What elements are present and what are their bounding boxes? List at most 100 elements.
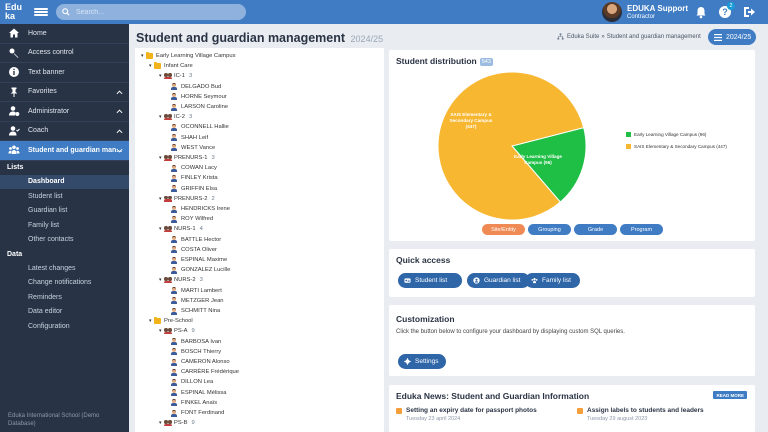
student-list-button[interactable]: Student list (398, 273, 462, 288)
sidebar-link-data-editor[interactable]: Data editor (0, 305, 129, 320)
tree-student[interactable]: ROY Wilfred (171, 214, 213, 224)
tree-student[interactable]: FINLEY Krista (171, 173, 218, 183)
tab-site-entity[interactable]: Site/Entity (482, 224, 525, 235)
help-icon[interactable]: ? 2 (718, 2, 735, 19)
news-item[interactable]: Setting an expiry date for passport phot… (396, 407, 537, 422)
class-group-icon (164, 420, 172, 427)
tree-student[interactable]: COWAN Lacy (171, 163, 217, 173)
user-gear-icon (9, 106, 20, 117)
sidebar-link-change-notifications[interactable]: Change notifications (0, 276, 129, 291)
student-name: BATTLE Hector (181, 236, 222, 243)
sidebar-item-student-guardian[interactable]: Student and guardian man... (0, 141, 129, 161)
logout-icon[interactable] (742, 5, 756, 19)
student-icon (171, 368, 177, 376)
year-selector-label: 2024/25 (726, 33, 752, 41)
tree-class[interactable]: ▾ PRENURS-1 3 (159, 153, 215, 163)
tree-label: Early Learning Village Campus (156, 53, 236, 59)
chevron-up-icon (116, 109, 123, 114)
tree-student[interactable]: GRIFFIN Elsa (171, 184, 217, 194)
sidebar-link-other-contacts[interactable]: Other contacts (0, 233, 129, 248)
student-name: DELGADO Bud (181, 83, 222, 90)
bell-icon[interactable] (694, 5, 708, 19)
sidebar-link-reminders[interactable]: Reminders (0, 290, 129, 305)
chevron-up-icon (116, 128, 123, 133)
sidebar-item-access-control[interactable]: Access control (0, 44, 129, 63)
tree-student[interactable]: HORNE Seymour (171, 92, 227, 102)
class-count: 3 (188, 73, 193, 80)
class-group-icon (164, 277, 172, 284)
family-list-button[interactable]: Family list (525, 273, 580, 288)
tree-label: Pre-School (164, 318, 193, 325)
tree-campus[interactable]: ▾ Early Learning Village Campus (141, 51, 235, 61)
tree-student[interactable]: CAMERON Alonso (171, 357, 230, 367)
settings-button[interactable]: Settings (398, 354, 446, 369)
read-more-button[interactable]: READ MORE (713, 391, 747, 399)
tree-label: IC-1 (174, 73, 185, 80)
student-name: COSTA Oliver (181, 246, 217, 253)
rss-icon (396, 408, 402, 414)
sidebar-link-latest-changes[interactable]: Latest changes (0, 261, 129, 276)
tree-student[interactable]: BATTLE Hector (171, 235, 221, 245)
tree-class[interactable]: ▾ IC-2 3 (159, 112, 192, 122)
tree-student[interactable]: DILLON Lea (171, 377, 213, 387)
student-name: BOSCH Thierry (181, 348, 222, 355)
page-year: 2024/25 (350, 34, 384, 44)
sidebar-link-guardian-list[interactable]: Guardian list (0, 204, 129, 219)
tab-grade[interactable]: Grade (574, 224, 617, 235)
sidebar-item-home[interactable]: Home (0, 24, 129, 44)
tab-program[interactable]: Program (620, 224, 663, 235)
tree-student[interactable]: FINKEL Anaïs (171, 398, 217, 408)
sidebar-link-family-list[interactable]: Family list (0, 218, 129, 233)
sidebar-link-configuration[interactable]: Configuration (0, 319, 129, 334)
tree-student[interactable]: COSTA Oliver (171, 245, 217, 255)
tree-student[interactable]: GONZALEZ Lucille (171, 265, 230, 275)
sidebar-item-favorites[interactable]: Favorites (0, 83, 129, 102)
sidebar-item-coach[interactable]: Coach (0, 122, 129, 141)
sidebar-item-administrator[interactable]: Administrator (0, 102, 129, 122)
tree-student[interactable]: SHAH Leif (171, 133, 208, 143)
tree-student[interactable]: SCHMITT Nina (171, 306, 220, 316)
page-title-text: Student and guardian management (136, 31, 346, 45)
tree-class[interactable]: ▾ PRENURS-2 2 (159, 194, 215, 204)
eduka-logo[interactable]: Edu ka (0, 0, 32, 24)
tree-class[interactable]: ▾ NURS-2 3 (159, 275, 203, 285)
avatar[interactable] (602, 2, 622, 22)
tree-class[interactable]: ▾ PS-A 9 (159, 326, 195, 336)
breadcrumb-root[interactable]: Eduka Suite (567, 34, 599, 40)
tree-student[interactable]: WEST Vance (171, 143, 215, 153)
tree-student[interactable]: CARRÈRE Frédérique (171, 367, 239, 377)
tree-student[interactable]: OCONNELL Hallie (171, 122, 229, 132)
tree-group[interactable]: ▾ Infant Care (149, 61, 193, 71)
student-icon (171, 174, 177, 182)
search-box[interactable] (56, 4, 246, 20)
sidebar-item-text-banner[interactable]: Text banner (0, 63, 129, 83)
tree-student[interactable]: ESPINAL Maxime (171, 255, 227, 265)
tree-student[interactable]: METZGER Jean (171, 296, 224, 306)
search-icon (62, 8, 70, 16)
tree-class[interactable]: ▾ PS-B 9 (159, 418, 195, 428)
sidebar-link-dashboard[interactable]: Dashboard (0, 174, 129, 189)
tree-student[interactable]: BARBOSA Ivan (171, 337, 221, 347)
tree-student[interactable]: LARSON Caroline (171, 102, 228, 112)
tree-student[interactable]: BOSCH Thierry (171, 347, 221, 357)
legend-item-1[interactable]: SAIS Elementary & Secondary Campus (447) (626, 144, 727, 149)
student-icon (171, 409, 177, 417)
news-item-date: Tuesday 29 august 2023 (587, 416, 648, 422)
tree-group[interactable]: ▾ Pre-School (149, 316, 193, 326)
tree-student[interactable]: FONT Ferdinand (171, 408, 224, 418)
sidebar-link-student-list[interactable]: Student list (0, 189, 129, 204)
tree-student[interactable]: MARTI Lambert (171, 286, 222, 296)
user-menu[interactable]: EDUKA Support Contractor (602, 2, 688, 22)
tree-student[interactable]: DELGADO Bud (171, 82, 221, 92)
tab-grouping[interactable]: Grouping (528, 224, 571, 235)
search-input[interactable] (76, 8, 226, 16)
news-item[interactable]: Assign labels to students and leaders Tu… (577, 407, 704, 422)
guardian-list-button[interactable]: Guardian list (467, 273, 530, 288)
tree-class[interactable]: ▾ IC-1 3 (159, 71, 192, 81)
tree-class[interactable]: ▾ NURS-1 4 (159, 224, 203, 234)
tree-student[interactable]: HENDRICKS Irene (171, 204, 230, 214)
tree-student[interactable]: ESPINAL Mélissa (171, 388, 227, 398)
legend-item-0[interactable]: Early Learning Village Campus (96) (626, 132, 706, 137)
year-selector-button[interactable]: 2024/25 (708, 29, 756, 45)
menu-toggle-icon[interactable] (34, 6, 48, 18)
